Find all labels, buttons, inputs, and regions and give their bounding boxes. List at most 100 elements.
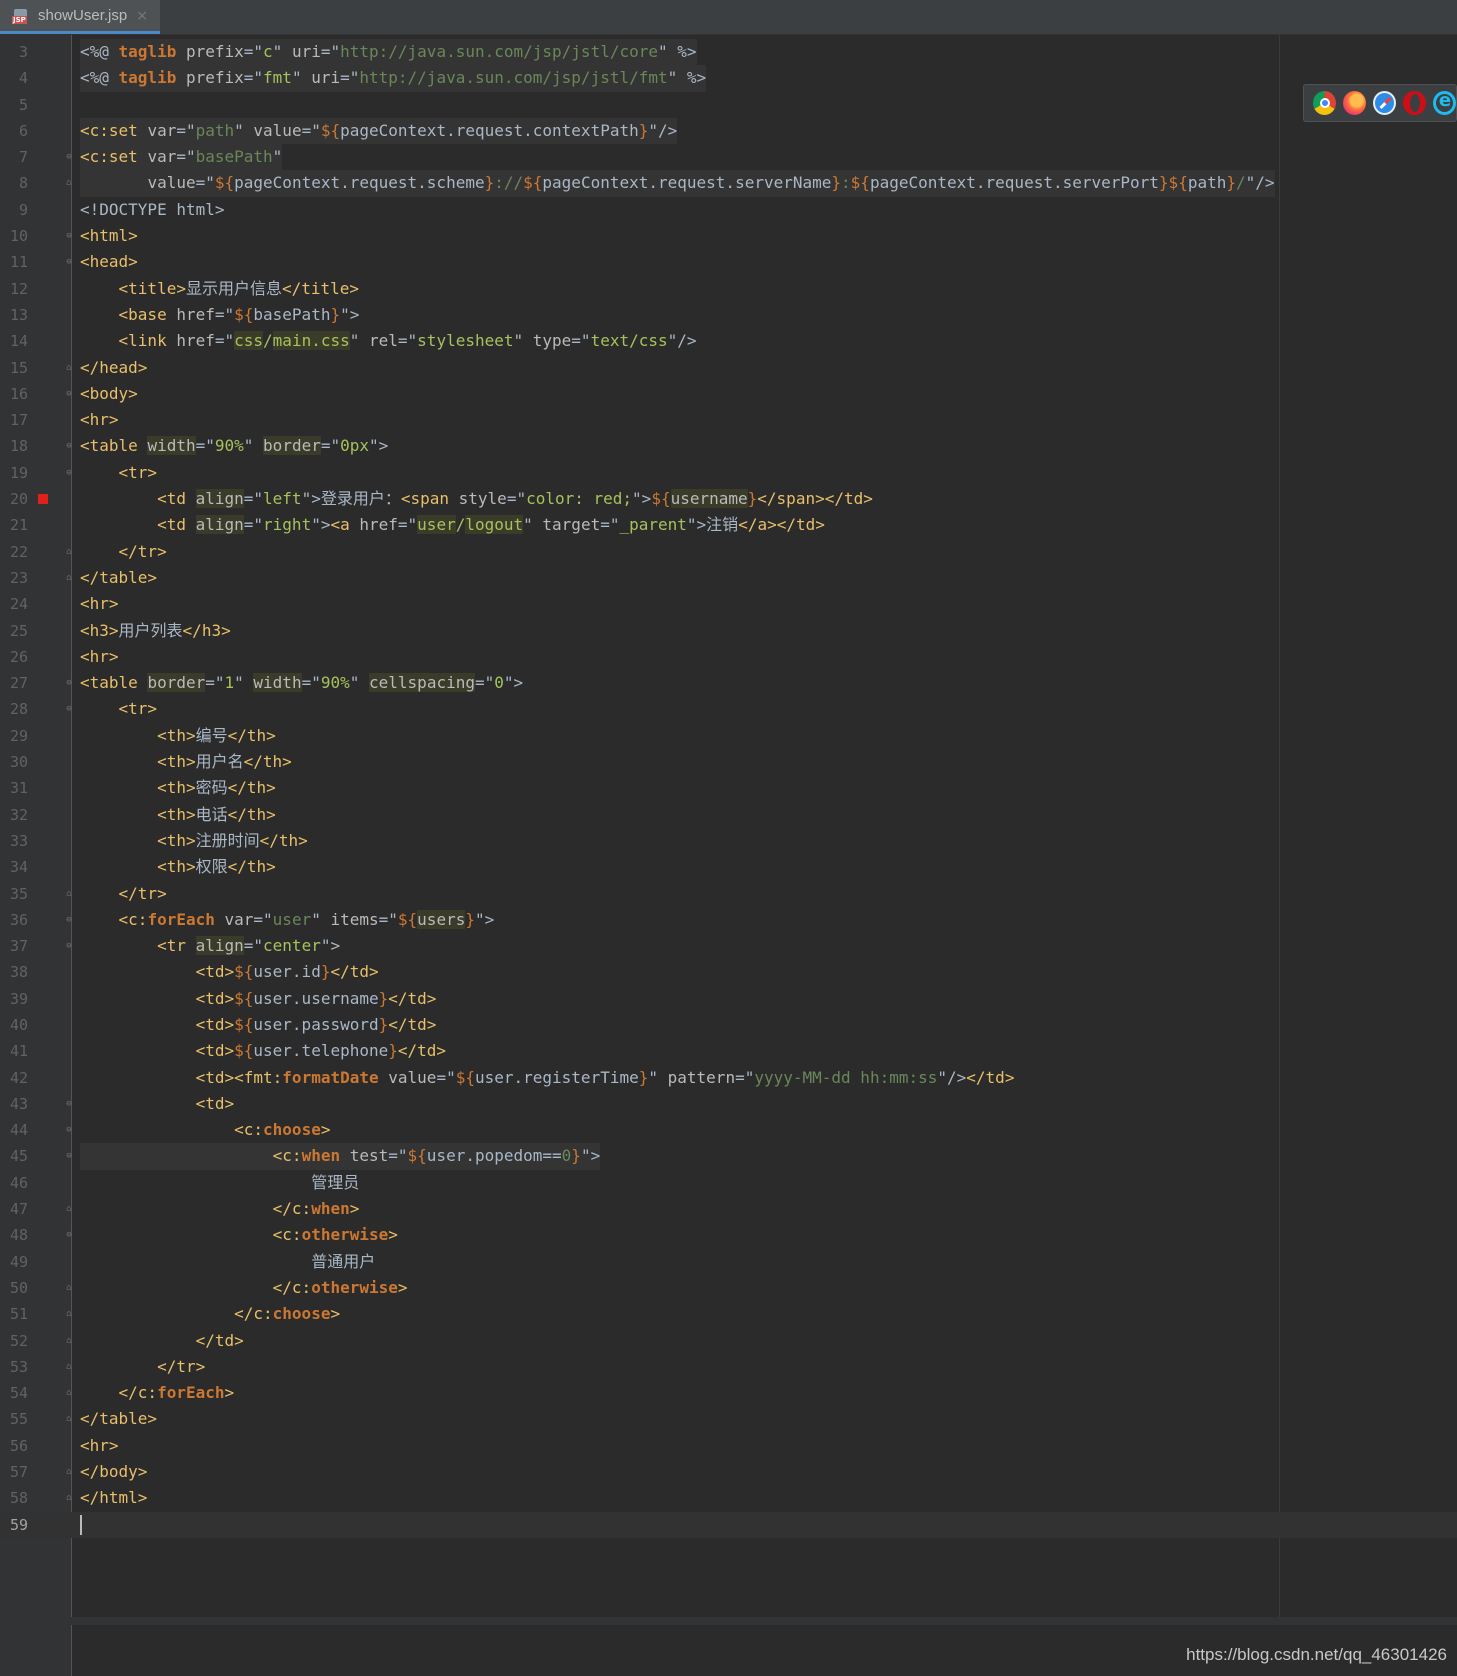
code-text[interactable]: <base href="${basePath}">: [80, 302, 360, 328]
fold-close-icon[interactable]: ⌂: [64, 1283, 74, 1293]
code-line[interactable]: 7 ⊖ <c:set var="basePath": [0, 144, 1457, 171]
line-number[interactable]: 45: [0, 1143, 28, 1169]
line-number[interactable]: 7: [0, 144, 28, 170]
fold-open-icon[interactable]: ⊖: [64, 231, 74, 241]
fold-open-icon[interactable]: ⊖: [64, 1125, 74, 1135]
code-line[interactable]: 41 <td>${user.telephone}</td>: [0, 1038, 1457, 1064]
code-text[interactable]: <th>密码</th>: [80, 775, 276, 801]
code-line[interactable]: 18 ⊖ <table width="90%" border="0px">: [0, 433, 1457, 459]
code-line[interactable]: 35 ⌂ </tr>: [0, 881, 1457, 907]
code-line[interactable]: 29 <th>编号</th>: [0, 723, 1457, 749]
code-editor[interactable]: 3 <%@ taglib prefix="c" uri="http://java.…: [0, 39, 1457, 1538]
code-line[interactable]: 57 ⌂ </body>: [0, 1459, 1457, 1485]
code-text[interactable]: </td>: [80, 1328, 244, 1354]
code-text[interactable]: <td>: [80, 1091, 235, 1117]
code-line[interactable]: 5: [0, 92, 1457, 118]
line-number[interactable]: 58: [0, 1485, 28, 1511]
fold-open-icon[interactable]: ⊖: [64, 441, 74, 451]
code-text[interactable]: </tr>: [80, 539, 167, 565]
code-line[interactable]: 16 ⊖ <body>: [0, 381, 1457, 407]
code-line[interactable]: 3 <%@ taglib prefix="c" uri="http://java.…: [0, 39, 1457, 66]
code-text[interactable]: value="${pageContext.request.scheme}://$…: [80, 170, 1275, 197]
code-line[interactable]: 44 ⊖ <c:choose>: [0, 1117, 1457, 1143]
tab-title[interactable]: showUser.jsp: [38, 7, 127, 24]
line-number[interactable]: 31: [0, 775, 28, 801]
line-number[interactable]: 22: [0, 539, 28, 565]
code-line[interactable]: 36 ⊖ <c:forEach var="user" items="${users…: [0, 907, 1457, 933]
line-number[interactable]: 10: [0, 223, 28, 249]
code-line[interactable]: 46 管理员: [0, 1170, 1457, 1196]
chrome-icon[interactable]: [1313, 91, 1336, 115]
code-text[interactable]: <th>用户名</th>: [80, 749, 292, 775]
code-text[interactable]: </table>: [80, 565, 157, 591]
line-number[interactable]: 8: [0, 170, 28, 196]
code-line[interactable]: 20 <td align="left">登录用户：<span style="co…: [0, 486, 1457, 512]
code-text[interactable]: <link href="css/main.css" rel="styleshee…: [80, 328, 697, 354]
line-number[interactable]: 49: [0, 1249, 28, 1275]
code-line[interactable]: 38 <td>${user.id}</td>: [0, 959, 1457, 985]
line-number[interactable]: 6: [0, 118, 28, 144]
line-number[interactable]: 38: [0, 959, 28, 985]
code-line[interactable]: 34 <th>权限</th>: [0, 854, 1457, 880]
fold-open-icon[interactable]: ⊖: [64, 1230, 74, 1240]
code-text[interactable]: <body>: [80, 381, 138, 407]
line-number[interactable]: 50: [0, 1275, 28, 1301]
opera-icon[interactable]: [1402, 91, 1426, 115]
code-line[interactable]: 42 <td><fmt:formatDate value="${user.reg…: [0, 1065, 1457, 1091]
file-tab[interactable]: JSP showUser.jsp ×: [0, 0, 160, 34]
code-line[interactable]: 58 ⌂ </html>: [0, 1485, 1457, 1511]
line-number[interactable]: 56: [0, 1433, 28, 1459]
fold-close-icon[interactable]: ⌂: [64, 363, 74, 373]
code-line[interactable]: 43 ⊖ <td>: [0, 1091, 1457, 1117]
code-text[interactable]: <th>编号</th>: [80, 723, 276, 749]
line-number[interactable]: 3: [0, 39, 28, 65]
breakpoint-marker[interactable]: [38, 494, 48, 505]
code-text[interactable]: <%@ taglib prefix="fmt" uri="http://java…: [80, 65, 707, 92]
code-text[interactable]: <c:set var="path" value="${pageContext.r…: [80, 117, 678, 145]
code-line[interactable]: 8 ⌂ value="${pageContext.request.scheme}:…: [0, 170, 1457, 197]
line-number[interactable]: 11: [0, 249, 28, 275]
code-line[interactable]: 12 <title>显示用户信息</title>: [0, 276, 1457, 302]
line-number[interactable]: 25: [0, 618, 28, 644]
line-number[interactable]: 16: [0, 381, 28, 407]
code-line[interactable]: 37 ⊖ <tr align="center">: [0, 933, 1457, 959]
code-text[interactable]: <hr>: [80, 591, 119, 617]
code-line[interactable]: 51 ⌂ </c:choose>: [0, 1301, 1457, 1327]
code-line[interactable]: 25 <h3>用户列表</h3>: [0, 618, 1457, 644]
code-text[interactable]: <th>电话</th>: [80, 802, 276, 828]
line-number[interactable]: 34: [0, 854, 28, 880]
fold-close-icon[interactable]: ⌂: [64, 1388, 74, 1398]
line-number[interactable]: 35: [0, 881, 28, 907]
firefox-icon[interactable]: [1342, 91, 1366, 115]
fold-open-icon[interactable]: ⊖: [64, 389, 74, 399]
line-number[interactable]: 33: [0, 828, 28, 854]
code-line[interactable]: 10 ⊖ <html>: [0, 223, 1457, 249]
fold-open-icon[interactable]: ⊖: [64, 152, 74, 162]
code-text[interactable]: <tr>: [80, 460, 158, 486]
code-line[interactable]: 15 ⌂ </head>: [0, 355, 1457, 381]
code-line[interactable]: 56 <hr>: [0, 1433, 1457, 1459]
code-line[interactable]: 55 ⌂ </table>: [0, 1406, 1457, 1432]
line-number[interactable]: 27: [0, 670, 28, 696]
safari-icon[interactable]: [1372, 91, 1396, 115]
line-number[interactable]: 5: [0, 92, 28, 118]
line-number[interactable]: 4: [0, 65, 28, 91]
code-line[interactable]: 33 <th>注册时间</th>: [0, 828, 1457, 854]
code-text[interactable]: </c:otherwise>: [80, 1275, 408, 1301]
line-number[interactable]: 41: [0, 1038, 28, 1064]
code-line[interactable]: 17 <hr>: [0, 407, 1457, 433]
code-text[interactable]: <%@ taglib prefix="c" uri="http://java.s…: [80, 39, 697, 66]
code-line[interactable]: 23 ⌂ </table>: [0, 565, 1457, 591]
line-number[interactable]: 23: [0, 565, 28, 591]
line-number[interactable]: 17: [0, 407, 28, 433]
line-number[interactable]: 9: [0, 197, 28, 223]
code-text[interactable]: <td align="left">登录用户：<span style="color…: [80, 486, 873, 512]
code-text[interactable]: <c:forEach var="user" items="${users}">: [80, 907, 494, 933]
code-line[interactable]: 49 普通用户: [0, 1249, 1457, 1275]
fold-close-icon[interactable]: ⌂: [64, 1467, 74, 1477]
line-number[interactable]: 57: [0, 1459, 28, 1485]
code-text[interactable]: <hr>: [80, 644, 119, 670]
code-line[interactable]: 53 ⌂ </tr>: [0, 1354, 1457, 1380]
line-number[interactable]: 37: [0, 933, 28, 959]
code-line[interactable]: 6 <c:set var="path" value="${pageContext.…: [0, 117, 1457, 145]
